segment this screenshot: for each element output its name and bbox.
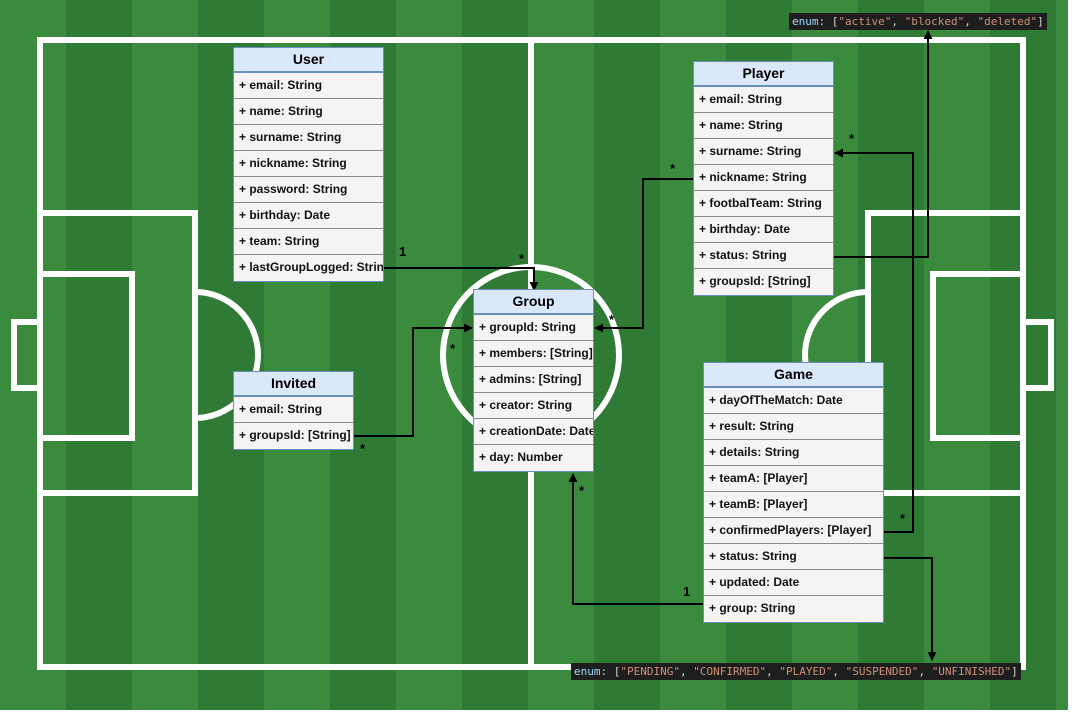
entity-group[interactable]: Group + groupId: String + members: [Stri… <box>473 289 594 472</box>
entity-field: + group: String <box>709 601 796 615</box>
entity-field: + nickname: String <box>234 151 383 177</box>
entity-field: + footbalTeam: String <box>694 191 833 217</box>
entity-field: + groupId: String <box>474 315 593 341</box>
entity-title: User <box>234 48 383 73</box>
entity-field: + groupsId: [String] <box>239 428 351 442</box>
entity-title: Player <box>694 62 833 87</box>
enum-value: "PENDING" <box>620 665 680 678</box>
entity-title: Game <box>704 363 883 388</box>
entity-field: + name: String <box>234 99 383 125</box>
connector-game-status-enum <box>884 557 937 661</box>
entity-field: + day: Number <box>479 450 563 464</box>
multiplicity-label: * <box>360 441 366 456</box>
entity-game[interactable]: Game + dayOfTheMatch: Date + result: Str… <box>703 362 884 623</box>
entity-field: + updated: Date <box>704 570 883 596</box>
multiplicity-label: * <box>900 511 906 526</box>
enum-value: "blocked" <box>904 15 965 28</box>
enum-value: "UNFINISHED" <box>931 665 1012 678</box>
entity-field: + email: String <box>234 397 353 423</box>
entity-field: + email: String <box>234 73 383 99</box>
entity-field: + teamA: [Player] <box>704 466 883 492</box>
entity-field: + admins: [String] <box>474 367 593 393</box>
entity-field: + birthday: Date <box>694 217 833 243</box>
entity-title: Invited <box>234 372 353 397</box>
enum-bracket-close: ] <box>1037 15 1044 28</box>
enum-value: "PLAYED" <box>779 665 833 678</box>
multiplicity-label: * <box>519 251 525 266</box>
entity-field: + team: String <box>234 229 383 255</box>
entity-title: Group <box>474 290 593 315</box>
entity-field: + dayOfTheMatch: Date <box>704 388 883 414</box>
entity-field: + confirmedPlayers: [Player] <box>704 518 883 544</box>
multiplicity-label: * <box>609 312 615 327</box>
enum-keyword: enum: <box>574 665 608 678</box>
entity-player[interactable]: Player + email: String + name: String + … <box>693 61 834 296</box>
entity-field: + members: [String] <box>474 341 593 367</box>
entity-field: + creationDate: Date <box>474 419 593 445</box>
enum-value: "CONFIRMED" <box>693 665 767 678</box>
enum-value: "deleted" <box>977 15 1038 28</box>
enum-keyword: enum: <box>792 15 826 28</box>
multiplicity-label: * <box>450 341 456 356</box>
connector-player-group <box>594 178 694 333</box>
entity-field: + nickname: String <box>694 165 833 191</box>
enum-value: "active" <box>838 15 892 28</box>
entity-field: + teamB: [Player] <box>704 492 883 518</box>
entity-field: + status: String <box>694 243 833 269</box>
enum-value: "SUSPENDED" <box>845 665 919 678</box>
connector-user-group <box>383 267 539 291</box>
entity-field: + surname: String <box>234 125 383 151</box>
entity-user[interactable]: User + email: String + name: String + su… <box>233 47 384 282</box>
entity-field: + lastGroupLogged: String <box>239 260 383 274</box>
entity-field: + password: String <box>234 177 383 203</box>
multiplicity-label: 1 <box>399 244 407 259</box>
entity-field: + groupsId: [String] <box>699 274 811 288</box>
entity-field: + email: String <box>694 87 833 113</box>
multiplicity-label: * <box>579 483 585 498</box>
entity-field: + creator: String <box>474 393 593 419</box>
multiplicity-label: * <box>670 161 676 176</box>
entity-field: + surname: String <box>694 139 833 165</box>
enum-bracket-close: ] <box>1011 665 1018 678</box>
entity-field: + name: String <box>694 113 833 139</box>
entity-field: + birthday: Date <box>234 203 383 229</box>
entity-field: + details: String <box>704 440 883 466</box>
entity-field: + status: String <box>704 544 883 570</box>
multiplicity-label: 1 <box>683 584 691 599</box>
entity-field: + result: String <box>704 414 883 440</box>
multiplicity-label: * <box>849 131 855 146</box>
enum-player-status: enum: ["active", "blocked", "deleted"] <box>789 13 1047 30</box>
enum-game-status: enum: ["PENDING", "CONFIRMED", "PLAYED",… <box>571 663 1021 680</box>
entity-invited[interactable]: Invited + email: String + groupsId: [Str… <box>233 371 354 450</box>
